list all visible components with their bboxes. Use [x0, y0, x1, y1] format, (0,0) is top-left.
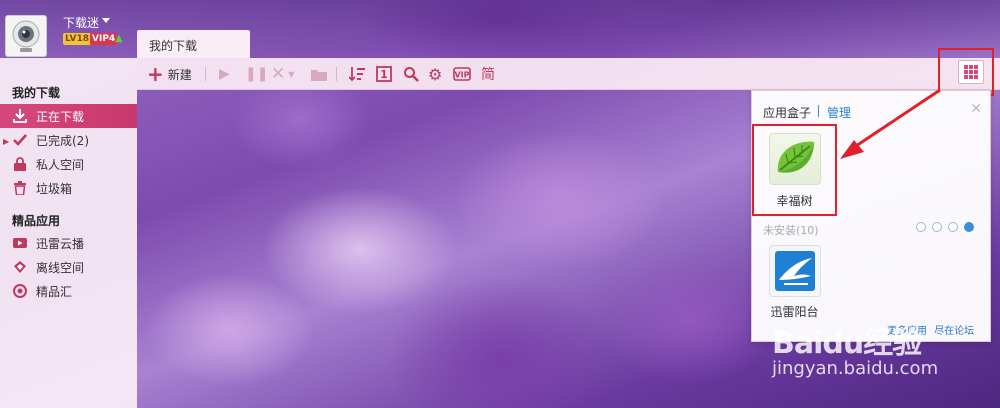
- play-icon: ▶: [219, 66, 230, 82]
- sidebar-item-label: 离线空间: [36, 260, 85, 275]
- forum-link[interactable]: 尽在论坛: [934, 326, 974, 337]
- sidebar-item-downloading[interactable]: 正在下载: [0, 104, 137, 128]
- start-button[interactable]: ▶: [219, 58, 230, 90]
- trash-icon: [12, 180, 28, 196]
- checkmark-icon: [12, 132, 28, 148]
- simple-mode-button[interactable]: 简: [481, 58, 495, 90]
- page-dot[interactable]: [932, 222, 942, 232]
- delete-x-icon: ✕: [271, 64, 286, 84]
- title-divider: [818, 105, 819, 117]
- sidebar-item-offline-space[interactable]: 离线空间: [0, 255, 137, 279]
- sidebar-item-label: 迅雷云播: [36, 236, 85, 251]
- settings-button[interactable]: ⚙: [428, 58, 442, 90]
- page-dot[interactable]: [948, 222, 958, 232]
- app-tile-happiness-tree[interactable]: [769, 133, 821, 185]
- sidebar-item-completed[interactable]: 已完成(2): [0, 128, 137, 152]
- sidebar-item-label: 私人空间: [36, 157, 85, 172]
- username[interactable]: 下载迷: [63, 14, 99, 31]
- lock-icon: [12, 156, 28, 172]
- uninstalled-label: 未安装(10): [763, 224, 819, 237]
- simplified-mode-icon: 简: [481, 67, 495, 83]
- sidebar-item-cloud-play[interactable]: 迅雷云播: [0, 231, 137, 255]
- tab-my-downloads[interactable]: 我的下载: [137, 30, 250, 58]
- search-button[interactable]: [403, 58, 419, 90]
- search-icon: [404, 67, 419, 82]
- sidebar-item-boutique[interactable]: 精品汇: [0, 279, 137, 303]
- watermark-logo: Baidu经验: [772, 326, 922, 361]
- new-task-label: 新建: [167, 67, 192, 82]
- level-badge: LV18: [63, 33, 91, 45]
- sidebar: 我的下载 正在下载 ▶ 已完成(2) 私人空间 垃圾箱 精品应用 迅雷云播 离线…: [0, 58, 137, 408]
- toolbar-divider: [336, 67, 337, 81]
- close-icon[interactable]: ✕: [970, 101, 982, 117]
- grid-icon: [964, 65, 978, 79]
- svg-text:1: 1: [380, 68, 388, 81]
- thunder-balcony-icon: [775, 251, 815, 291]
- vip-icon: VIP: [453, 67, 471, 81]
- sidebar-item-label: 垃圾箱: [36, 181, 73, 196]
- gear-icon: ⚙: [428, 64, 443, 84]
- page-dot[interactable]: [916, 222, 926, 232]
- offline-space-icon: [12, 259, 28, 275]
- cloud-play-icon: [12, 235, 28, 251]
- page-dot-active[interactable]: [964, 222, 974, 232]
- annotation-arrow: [840, 88, 941, 159]
- delete-button[interactable]: ✕ ▼: [271, 58, 294, 90]
- sidebar-heading-apps: 精品应用: [12, 214, 61, 228]
- priority-icon: 1: [376, 66, 392, 82]
- vip-button[interactable]: VIP: [453, 58, 471, 90]
- svg-text:VIP: VIP: [454, 71, 469, 80]
- download-icon: [12, 108, 28, 124]
- sidebar-item-label: 正在下载: [36, 109, 85, 124]
- watermark-url: jingyan.baidu.com: [772, 358, 939, 379]
- sidebar-item-trash[interactable]: 垃圾箱: [0, 176, 137, 200]
- avatar[interactable]: [5, 15, 47, 57]
- app-box-button[interactable]: [958, 60, 984, 84]
- app-label-happiness-tree[interactable]: 幸福树: [752, 192, 837, 209]
- sort-icon: [349, 67, 365, 82]
- pause-icon: ❚❚: [245, 66, 269, 82]
- sidebar-item-label: 已完成(2): [36, 133, 89, 148]
- app-tile-thunder-balcony[interactable]: [769, 245, 821, 297]
- sidebar-heading-my-downloads: 我的下载: [12, 86, 61, 100]
- baidu-watermark: Baidu经验 jingyan.baidu.com: [772, 318, 938, 379]
- app-box-title: 应用盒子: [763, 106, 812, 120]
- webcam-avatar-icon: [12, 20, 40, 52]
- page-dots: [916, 222, 974, 232]
- sidebar-item-label: 精品汇: [36, 284, 73, 299]
- plus-icon: +: [147, 62, 164, 86]
- folder-icon: [311, 69, 327, 81]
- boutique-icon: [12, 283, 28, 299]
- pause-button[interactable]: ❚❚: [245, 58, 268, 90]
- toolbar: + 新建 ▶ ❚❚ ✕ ▼ 1 ⚙ VIP 简: [137, 58, 1000, 90]
- upgrade-arrow-icon: ▲: [115, 33, 123, 44]
- leaf-icon: [777, 141, 814, 173]
- priority-button[interactable]: 1: [376, 58, 392, 90]
- user-menu-caret-icon[interactable]: [102, 18, 110, 23]
- new-task-button[interactable]: + 新建: [147, 58, 192, 90]
- sidebar-item-private-space[interactable]: 私人空间: [0, 152, 137, 176]
- sort-button[interactable]: [349, 58, 365, 90]
- vip-badge: VIP4: [90, 33, 118, 45]
- chevron-down-icon: ▼: [288, 69, 295, 79]
- toolbar-divider: [205, 67, 206, 81]
- open-folder-button[interactable]: [311, 58, 327, 90]
